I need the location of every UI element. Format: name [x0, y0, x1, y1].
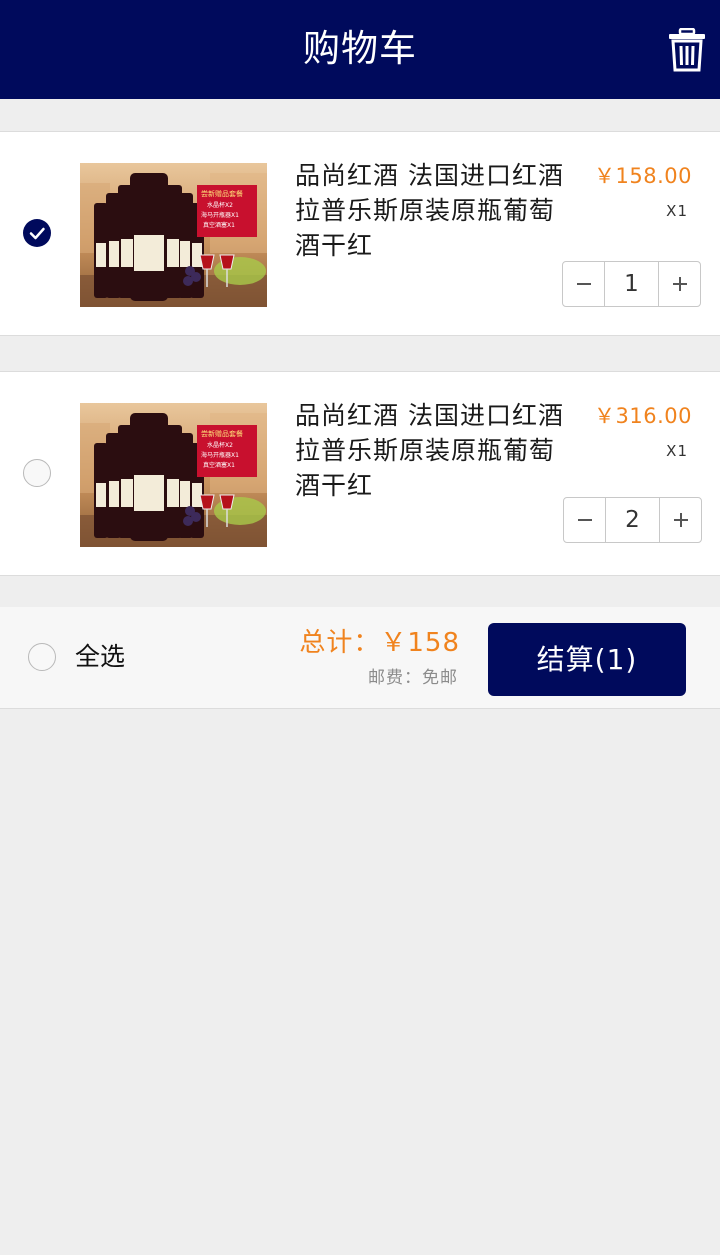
plus-icon [674, 513, 688, 527]
increase-button[interactable] [659, 498, 701, 542]
quantity-stepper: 1 [562, 261, 701, 307]
increase-button[interactable] [658, 262, 700, 306]
banner-text: 真空酒塞X1 [203, 221, 235, 229]
shipping-info: 邮费：免邮 [368, 668, 458, 688]
check-icon [29, 227, 45, 240]
page-title: 购物车 [303, 27, 417, 70]
product-image[interactable]: 尝新赠品套餐 水晶杯X2 海马开瓶器X1 真空酒塞X1 [80, 403, 267, 547]
select-all-checkbox[interactable] [28, 643, 56, 671]
banner-text: 尝新赠品套餐 [201, 429, 243, 438]
trash-icon[interactable] [668, 28, 706, 72]
quantity-label: X1 [666, 442, 688, 460]
decrease-button[interactable] [564, 498, 606, 542]
minus-icon [577, 283, 591, 285]
item-checkbox-unchecked[interactable] [23, 459, 51, 487]
product-price: ￥158.00 [594, 164, 692, 188]
checkout-button[interactable]: 结算(1) [488, 623, 686, 696]
banner-text: 水晶杯X2 [207, 441, 233, 449]
select-all-label[interactable]: 全选 [75, 639, 125, 675]
product-image[interactable]: 尝新赠品套餐 水晶杯X2 海马开瓶器X1 真空酒塞X1 [80, 163, 267, 307]
banner-text: 水晶杯X2 [207, 201, 233, 209]
minus-icon [578, 519, 592, 521]
product-price: ￥316.00 [594, 404, 692, 428]
quantity-label: X1 [666, 202, 688, 220]
app-header: 购物车 [0, 0, 720, 99]
total-price: 总计：￥158 [299, 628, 460, 658]
quantity-value[interactable]: 2 [606, 498, 659, 542]
product-name[interactable]: 品尚红酒 法国进口红酒拉普乐斯原装原瓶葡萄酒干红 [295, 398, 580, 503]
plus-icon [673, 277, 687, 291]
banner-text: 真空酒塞X1 [203, 461, 235, 469]
checkout-bar: 全选 总计：￥158 邮费：免邮 结算(1) [0, 607, 720, 709]
quantity-stepper: 2 [563, 497, 702, 543]
banner-text: 海马开瓶器X1 [201, 211, 239, 219]
quantity-value[interactable]: 1 [605, 262, 658, 306]
product-name[interactable]: 品尚红酒 法国进口红酒拉普乐斯原装原瓶葡萄酒干红 [295, 158, 580, 263]
banner-text: 海马开瓶器X1 [201, 451, 239, 459]
item-checkbox-checked[interactable] [23, 219, 51, 247]
cart-item: 尝新赠品套餐 水晶杯X2 海马开瓶器X1 真空酒塞X1 品尚红酒 法国进口红酒拉… [0, 131, 720, 336]
cart-item: 尝新赠品套餐 水晶杯X2 海马开瓶器X1 真空酒塞X1 品尚红酒 法国进口红酒拉… [0, 371, 720, 576]
banner-text: 尝新赠品套餐 [201, 189, 243, 198]
decrease-button[interactable] [563, 262, 605, 306]
